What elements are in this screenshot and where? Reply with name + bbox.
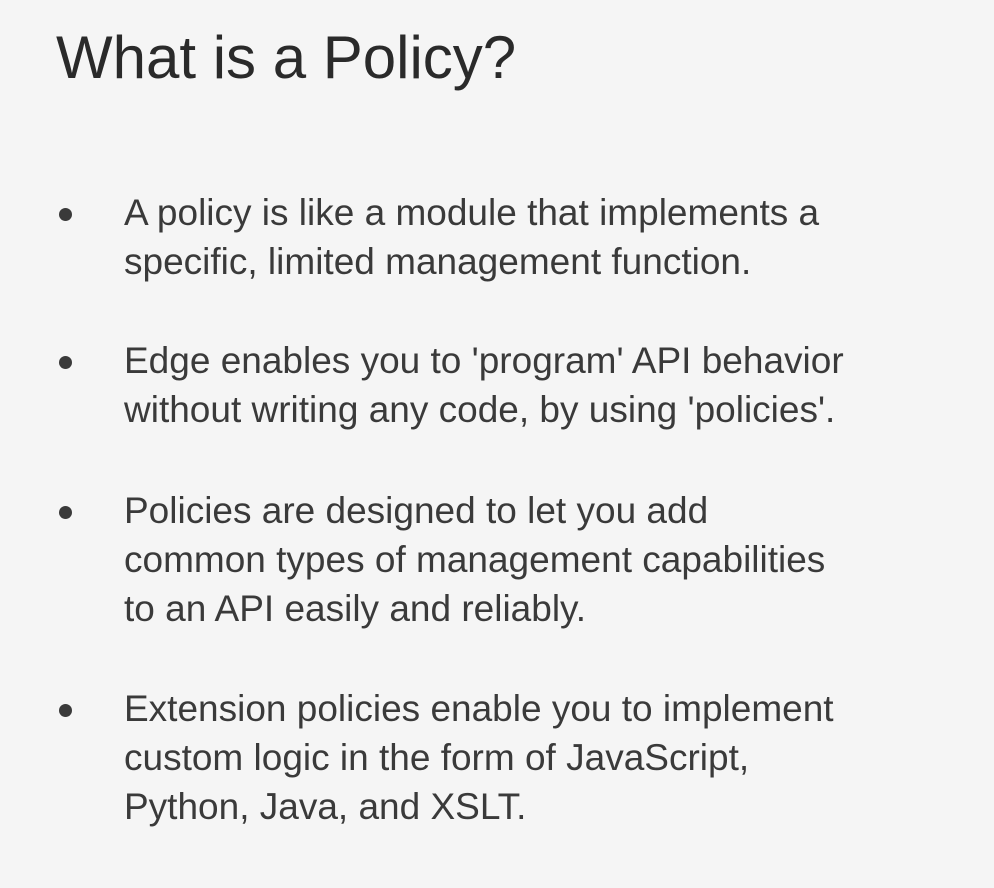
slide-title: What is a Policy? <box>56 24 517 91</box>
bullet-dot-icon <box>59 506 72 519</box>
bullet-dot-icon <box>59 704 72 717</box>
bullet-text: Edge enables you to 'program' API behavi… <box>124 340 844 430</box>
bullet-text: Extension policies enable you to impleme… <box>124 688 834 827</box>
bullet-dot-icon <box>59 208 72 221</box>
bullet-text: A policy is like a module that implement… <box>124 192 820 282</box>
bullet-text: Policies are designed to let you add com… <box>124 490 826 629</box>
bullet-dot-icon <box>59 356 72 369</box>
slide: What is a Policy? A policy is like a mod… <box>0 0 994 888</box>
